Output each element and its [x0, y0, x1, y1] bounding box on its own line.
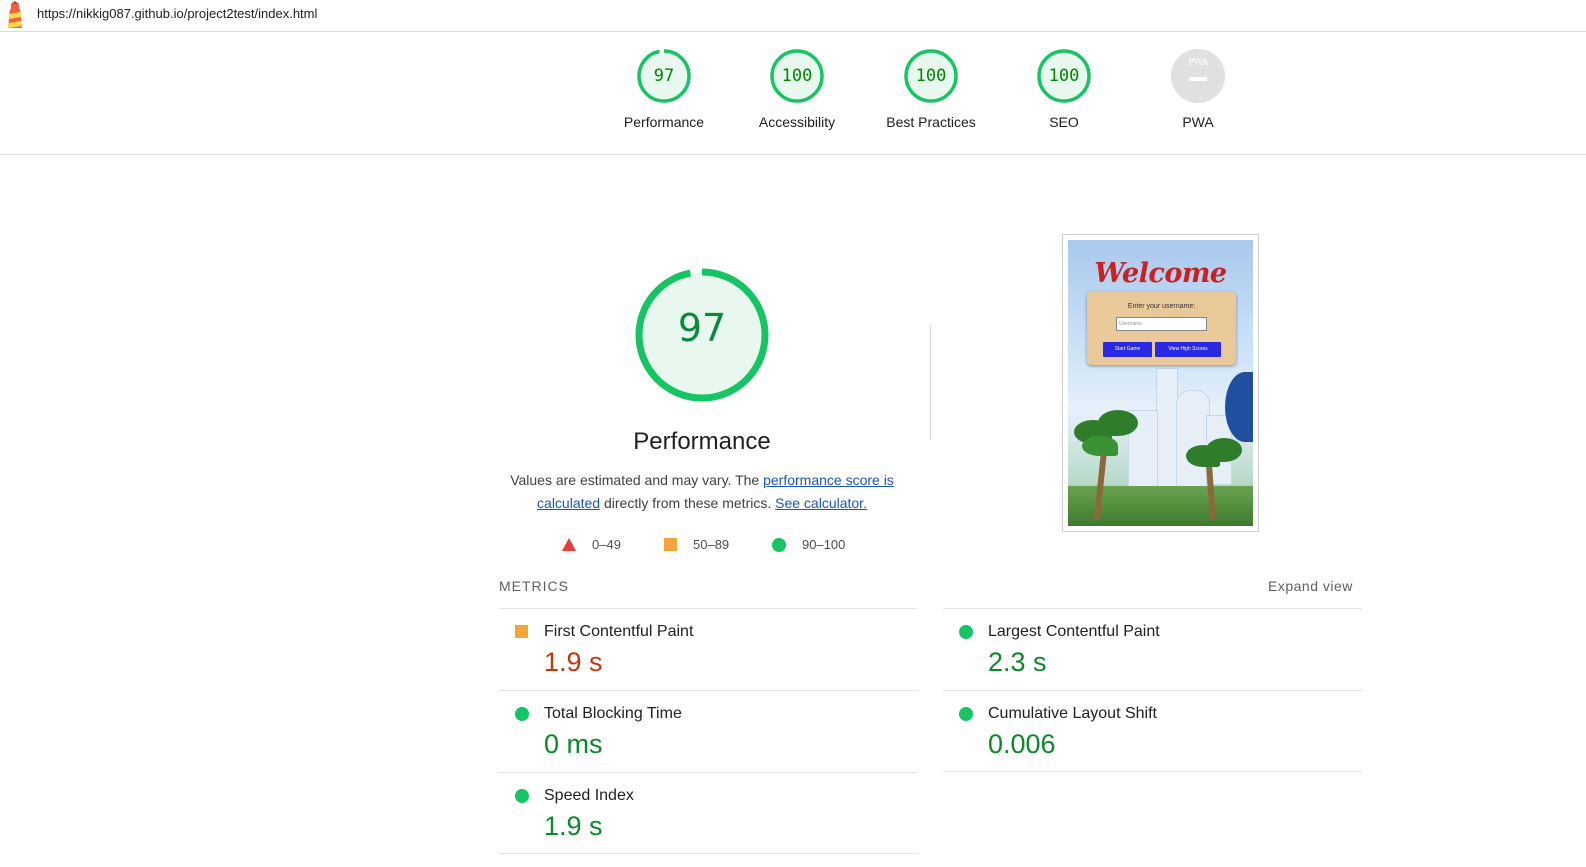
screenshot-image: Welcome Enter your username: Username St… — [1068, 240, 1253, 526]
screenshot-heading: Welcome — [1094, 258, 1227, 289]
gauge-seo[interactable]: 100 SEO — [1004, 48, 1124, 130]
screenshot-prompt: Enter your username: — [1127, 303, 1196, 310]
see-calculator-link[interactable]: See calculator. — [775, 495, 867, 511]
metric-value: 0.006 — [988, 729, 1056, 759]
lighthouse-icon — [8, 1, 22, 28]
metric-cumulative-layout-shift[interactable]: Cumulative Layout Shift 0.006 — [943, 690, 1362, 772]
metric-speed-index[interactable]: Speed Index 1.9 s — [499, 772, 918, 854]
gauge-performance[interactable]: 97 Performance — [604, 48, 724, 130]
gauge-pwa[interactable]: PWA PWA — [1138, 48, 1258, 130]
gauge-score: 100 — [781, 66, 813, 86]
legend-label: 90–100 — [802, 537, 846, 552]
circle-icon — [772, 538, 786, 552]
gauge-best-practices[interactable]: 100 Best Practices — [871, 48, 991, 130]
metric-title: Speed Index — [544, 787, 634, 804]
gauge-label: Accessibility — [758, 114, 836, 130]
metric-value: 1.9 s — [544, 811, 603, 841]
gauge-accessibility[interactable]: 100 Accessibility — [737, 48, 857, 130]
screenshot-start-button: Start Game — [1103, 342, 1152, 357]
final-screenshot[interactable]: Welcome Enter your username: Username St… — [1062, 234, 1259, 532]
performance-description: Values are estimated and may vary. The p… — [505, 469, 899, 515]
metric-largest-contentful-paint[interactable]: Largest Contentful Paint 2.3 s — [943, 608, 1362, 690]
gauge-label: Best Practices — [886, 114, 976, 130]
gauge-label: Performance — [623, 114, 705, 130]
screenshot-login-card: Enter your username: Username Start Game… — [1087, 292, 1236, 365]
desc-middle: directly from these metrics. — [600, 495, 776, 511]
square-icon — [664, 538, 677, 551]
pwa-badge-icon: PWA — [1171, 49, 1225, 103]
gauge-score: 100 — [915, 66, 947, 86]
desc-prefix: Values are estimated and may vary. The — [510, 472, 764, 488]
divider — [943, 771, 1362, 772]
legend-label: 0–49 — [592, 537, 621, 552]
metric-value: 2.3 s — [988, 647, 1047, 677]
divider — [930, 325, 931, 440]
metrics-header: METRICS — [499, 578, 569, 594]
metric-title: Cumulative Layout Shift — [988, 705, 1157, 722]
metric-value: 1.9 s — [544, 647, 603, 677]
legend-label: 50–89 — [693, 537, 730, 552]
url-bar: https://nikkig087.github.io/project2test… — [0, 0, 1586, 32]
screenshot-username-input: Username — [1116, 317, 1207, 331]
score-summary: 97 Performance 100 Accessibility 100 Bes… — [0, 32, 1586, 155]
metric-first-contentful-paint[interactable]: First Contentful Paint 1.9 s — [499, 608, 918, 690]
metric-title: Largest Contentful Paint — [988, 623, 1160, 640]
circle-icon — [515, 707, 529, 721]
screenshot-scores-button: View High Scores — [1155, 342, 1221, 357]
divider — [499, 853, 918, 854]
performance-title: Performance — [633, 428, 771, 455]
gauge-score: 97 — [653, 66, 675, 86]
circle-icon — [959, 625, 973, 639]
metric-title: Total Blocking Time — [544, 705, 682, 722]
performance-score: 97 — [677, 306, 727, 350]
square-icon — [515, 625, 528, 638]
triangle-icon — [562, 538, 576, 551]
gauge-label: PWA — [1182, 114, 1214, 130]
page-url: https://nikkig087.github.io/project2test… — [37, 6, 318, 21]
gauge-label: SEO — [1049, 114, 1079, 130]
pwa-badge-text: PWA — [1188, 58, 1208, 68]
circle-icon — [959, 707, 973, 721]
expand-view-toggle[interactable]: Expand view — [1268, 578, 1353, 594]
metric-title: First Contentful Paint — [544, 623, 694, 640]
metric-value: 0 ms — [544, 729, 603, 759]
circle-icon — [515, 789, 529, 803]
metric-total-blocking-time[interactable]: Total Blocking Time 0 ms — [499, 690, 918, 772]
gauge-score: 100 — [1048, 66, 1080, 86]
